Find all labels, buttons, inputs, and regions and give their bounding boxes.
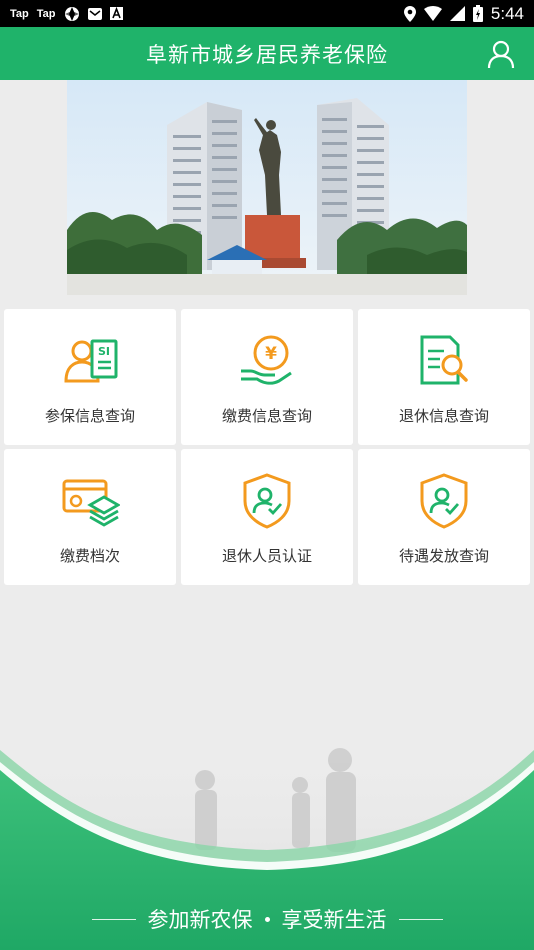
menu-item-retiree-verification[interactable]: 退休人员认证 xyxy=(181,449,353,585)
menu-item-label: 退休人员认证 xyxy=(221,547,312,565)
shield-user-check-icon xyxy=(420,473,468,529)
menu-item-label: 缴费信息查询 xyxy=(221,407,312,425)
menu-item-payment-info[interactable]: ¥ 缴费信息查询 xyxy=(181,309,353,445)
svg-text:SI: SI xyxy=(98,345,110,358)
app-header: 阜新市城乡居民养老保险 xyxy=(0,27,534,80)
page-title: 阜新市城乡居民养老保险 xyxy=(146,42,388,67)
status-bar-left: Tap Tap xyxy=(10,6,123,22)
menu-grid: SI 参保信息查询 ¥ 缴费信息查询 退休信息查询 缴费档次 退休人员认证 待遇… xyxy=(4,309,530,585)
menu-item-label: 参保信息查询 xyxy=(44,407,135,425)
menu-item-insurance-info[interactable]: SI 参保信息查询 xyxy=(4,309,176,445)
si-card-icon: SI xyxy=(64,339,118,383)
menu-item-retirement-info[interactable]: 退休信息查询 xyxy=(358,309,530,445)
shield-user-icon xyxy=(243,473,291,529)
slogan-left: 参加新农保 xyxy=(147,908,253,932)
status-bar: Tap Tap 5:44 xyxy=(0,0,534,27)
menu-item-label: 待遇发放查询 xyxy=(398,547,489,565)
menu-item-label: 退休信息查询 xyxy=(398,407,489,425)
menu-item-label: 缴费档次 xyxy=(59,547,120,565)
document-search-icon xyxy=(420,335,468,385)
clock: 5:44 xyxy=(490,3,524,23)
statue-photo xyxy=(67,80,467,295)
menu-item-payment-level[interactable]: 缴费档次 xyxy=(4,449,176,585)
slogan-line-left xyxy=(91,918,136,920)
svg-text:¥: ¥ xyxy=(265,344,277,364)
wifi-icon xyxy=(423,6,442,21)
banner-image xyxy=(67,80,467,295)
slogan: 参加新农保 享受新生活 xyxy=(0,904,534,934)
user-icon[interactable] xyxy=(486,39,516,69)
slogan-dot xyxy=(264,916,270,922)
battery-icon xyxy=(472,5,483,22)
slogan-right: 享受新生活 xyxy=(281,908,387,932)
tap-app-icon: Tap xyxy=(10,7,29,20)
tap-app-icon: Tap xyxy=(36,7,56,20)
menu-item-benefit-query[interactable]: 待遇发放查询 xyxy=(358,449,530,585)
status-bar-right: 5:44 xyxy=(403,3,524,24)
signal-icon xyxy=(449,6,465,21)
card-stack-icon xyxy=(62,479,120,527)
mail-icon xyxy=(87,7,102,20)
a-icon xyxy=(109,7,123,20)
yen-hand-icon: ¥ xyxy=(241,335,292,385)
slogan-line-right xyxy=(398,918,443,920)
aperture-icon xyxy=(64,6,79,21)
location-icon xyxy=(403,5,416,22)
